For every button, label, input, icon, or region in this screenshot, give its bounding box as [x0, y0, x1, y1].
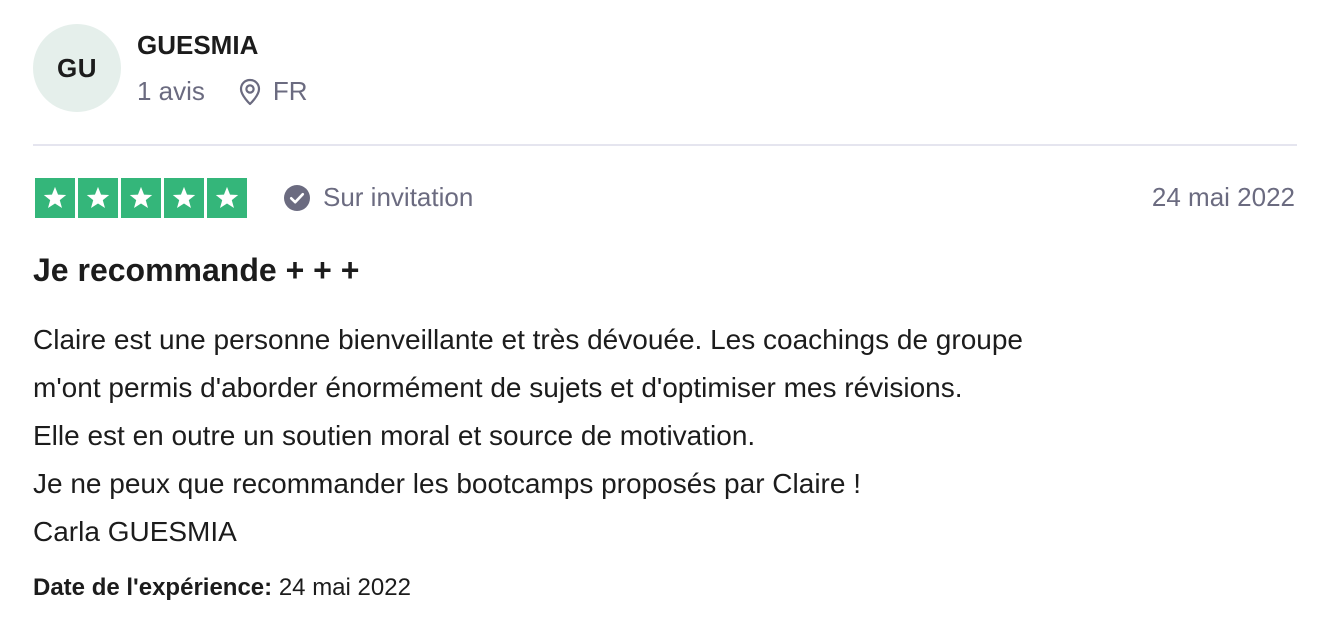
reviewer-meta: 1 avis FR — [137, 76, 308, 107]
review-text-line: Claire est une personne bienveillante et… — [33, 324, 1023, 355]
avatar-initials: GU — [57, 52, 97, 83]
invited-label: Sur invitation — [323, 182, 474, 212]
reviewer-location: FR — [239, 76, 308, 107]
review-card: GU GUESMIA 1 avis FR Sur invitation 24 m… — [33, 0, 1297, 638]
experience-date-label: Date de l'expérience: — [33, 574, 273, 601]
map-pin-icon — [239, 78, 261, 105]
star-icon — [78, 178, 118, 218]
divider — [33, 144, 1297, 146]
avatar[interactable]: GU — [33, 24, 121, 112]
star-icon — [35, 178, 75, 218]
experience-date: Date de l'expérience: 24 mai 2022 — [33, 574, 411, 602]
star-icon — [121, 178, 161, 218]
star-icon — [207, 178, 247, 218]
review-count: 1 avis — [137, 76, 205, 106]
experience-date-value: 24 mai 2022 — [278, 574, 411, 601]
review-signature: Carla GUESMIA — [33, 516, 237, 547]
review-date: 24 mai 2022 — [1151, 182, 1295, 212]
review-body: Claire est une personne bienveillante et… — [33, 316, 1297, 556]
review-text-line: m'ont permis d'aborder énormément de suj… — [33, 372, 963, 403]
check-circle-icon — [284, 184, 310, 211]
review-title[interactable]: Je recommande + + + — [33, 252, 359, 289]
invited-badge[interactable]: Sur invitation — [283, 182, 473, 213]
star-rating — [35, 178, 247, 218]
reviewer-country: FR — [272, 76, 308, 106]
star-icon — [164, 178, 204, 218]
review-text-line: Elle est en outre un soutien moral et so… — [33, 420, 756, 451]
review-text-line: Je ne peux que recommander les bootcamps… — [33, 468, 861, 499]
reviewer-name-link[interactable]: GUESMIA — [137, 30, 258, 61]
